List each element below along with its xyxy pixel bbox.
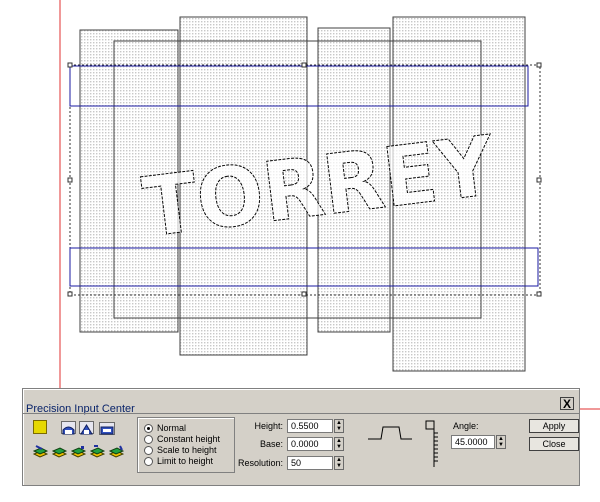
handle-bottom-left bbox=[67, 291, 73, 297]
handle-mid-left bbox=[67, 177, 73, 183]
flat-panel-icon[interactable] bbox=[99, 422, 115, 435]
base-label: Base: bbox=[259, 439, 283, 449]
handle-mid-right bbox=[536, 177, 542, 183]
handle-top-left bbox=[67, 62, 73, 68]
dialog-titlebar: Precision Input Center bbox=[23, 389, 579, 415]
titlebar-divider bbox=[23, 413, 579, 414]
resolution-spinner[interactable]: ▲ ▼ bbox=[334, 456, 344, 470]
base-spinner[interactable]: ▲ ▼ bbox=[334, 437, 344, 451]
handle-top-mid bbox=[301, 62, 307, 68]
resolution-field[interactable]: 50 bbox=[287, 456, 333, 470]
radio-constant-height[interactable] bbox=[144, 435, 153, 445]
height-spinner[interactable]: ▲ ▼ bbox=[334, 419, 344, 433]
radio-normal[interactable] bbox=[144, 424, 153, 434]
layer-tool-1-icon[interactable] bbox=[32, 445, 49, 458]
angle-slider[interactable] bbox=[423, 419, 445, 469]
layer-tool-5-icon[interactable] bbox=[108, 445, 125, 458]
arch-up-icon[interactable] bbox=[61, 421, 76, 435]
height-label: Height: bbox=[254, 421, 283, 431]
angle-label: Angle: bbox=[453, 421, 479, 431]
angle-field[interactable]: 45.0000 bbox=[451, 435, 495, 449]
handle-top-right bbox=[536, 62, 542, 68]
radio-scale-to-height[interactable] bbox=[144, 446, 153, 456]
profile-preview-icon bbox=[368, 426, 412, 440]
mode-constant-height-option[interactable]: Constant height bbox=[144, 434, 220, 445]
mode-limit-to-height-option[interactable]: Limit to height bbox=[144, 456, 213, 467]
base-field[interactable]: 0.0000 bbox=[287, 437, 333, 451]
height-field[interactable]: 0.5500 bbox=[287, 419, 333, 433]
precision-input-center-dialog: Precision Input Center X Normal Constant… bbox=[22, 388, 580, 486]
apply-button[interactable]: Apply bbox=[529, 419, 579, 433]
layer-tool-3-icon[interactable] bbox=[70, 445, 87, 458]
handle-bottom-right bbox=[536, 291, 542, 297]
peak-icon[interactable] bbox=[79, 421, 94, 435]
yellow-swatch-icon[interactable] bbox=[33, 420, 47, 434]
mode-normal-option[interactable]: Normal bbox=[144, 423, 186, 434]
mode-radio-group: Normal Constant height Scale to height L… bbox=[137, 417, 235, 473]
mode-scale-to-height-option[interactable]: Scale to height bbox=[144, 445, 217, 456]
layer-tool-4-icon[interactable] bbox=[89, 445, 106, 458]
radio-limit-to-height[interactable] bbox=[144, 457, 153, 467]
angle-spinner[interactable]: ▲ ▼ bbox=[496, 435, 506, 449]
handle-bottom-mid bbox=[301, 291, 307, 297]
resolution-label: Resolution: bbox=[237, 458, 283, 468]
close-button[interactable]: Close bbox=[529, 437, 579, 451]
close-icon[interactable]: X bbox=[560, 397, 574, 410]
layer-tool-2-icon[interactable] bbox=[51, 445, 68, 458]
